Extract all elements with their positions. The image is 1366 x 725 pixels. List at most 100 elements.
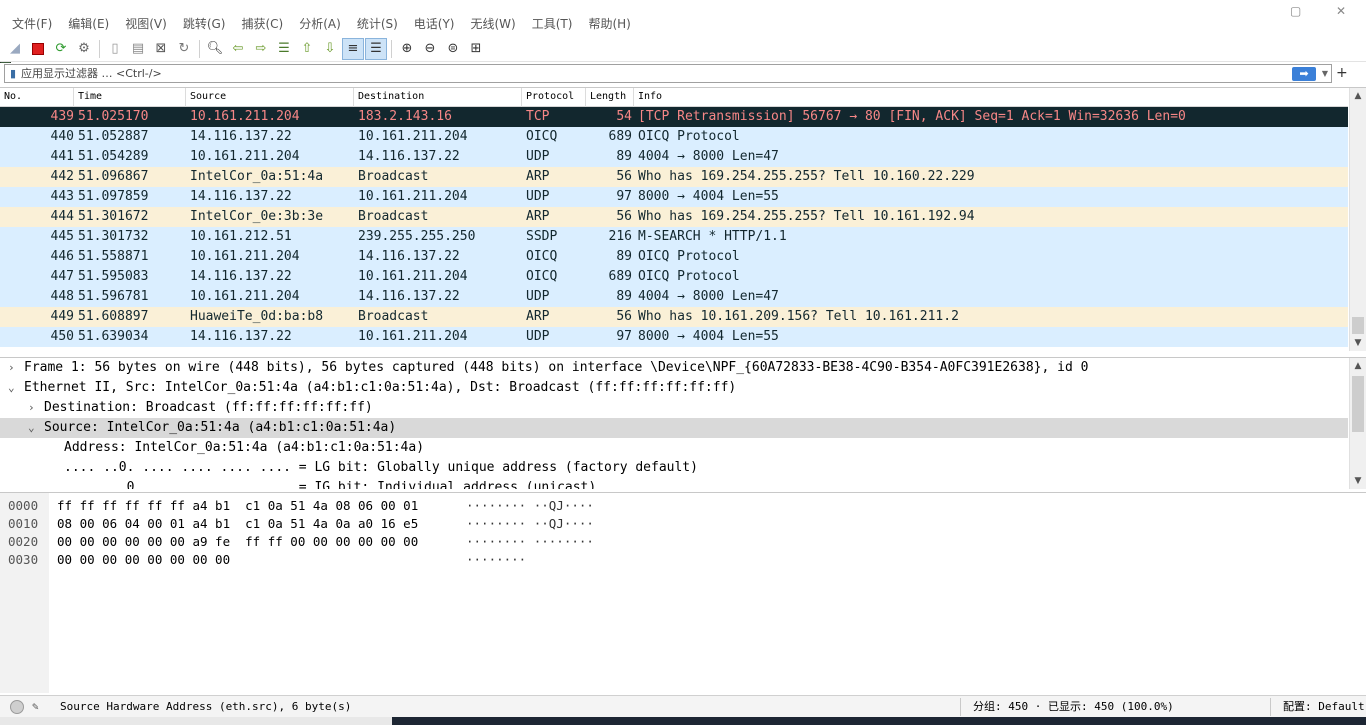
packet-row[interactable]: 442 51.096867 IntelCor_0a:51:4a Broadcast AR… xyxy=(0,167,1348,187)
menu-bar: 文件(F) 编辑(E) 视图(V) 跳转(G) 捕获(C) 分析(A) 统计(S… xyxy=(0,4,1366,36)
packet-source: 10.161.211.204 xyxy=(190,289,300,304)
packet-list-rows: 439 51.025170 10.161.211.204 183.2.143.16 TC… xyxy=(0,107,1348,347)
go-forward-icon[interactable]: ⇨ xyxy=(250,38,272,60)
zoom-in-icon[interactable]: ⊕ xyxy=(396,38,418,60)
packet-row[interactable]: 440 51.052887 14.116.137.22 10.161.211.204 O… xyxy=(0,127,1348,147)
capture-options-icon[interactable]: ⚙ xyxy=(73,38,95,60)
shark-fin-start-icon[interactable]: ◢ xyxy=(4,38,26,60)
reload-file-icon[interactable]: ↻ xyxy=(173,38,195,60)
open-file-icon[interactable]: ▯ xyxy=(104,38,126,60)
column-header-time[interactable]: Time xyxy=(74,88,186,107)
packet-number: 447 xyxy=(50,269,74,284)
column-header-destination[interactable]: Destination xyxy=(354,88,522,107)
display-filter-bar: ▮ ➡ ▼ + xyxy=(0,63,1366,85)
detail-tree-item[interactable]: ⌄ Ethernet II, Src: IntelCor_0a:51:4a (a4… xyxy=(0,378,1348,398)
zoom-out-icon[interactable]: ⊖ xyxy=(419,38,441,60)
go-back-icon[interactable]: ⇦ xyxy=(227,38,249,60)
menu-help[interactable]: 帮助(H) xyxy=(580,15,638,32)
chevron-right-icon[interactable]: › xyxy=(8,358,20,378)
arrow-right-icon[interactable]: ➡ xyxy=(1292,66,1316,81)
go-last-icon[interactable]: ⇩ xyxy=(319,38,341,60)
menu-telephony[interactable]: 电话(Y) xyxy=(406,15,463,32)
resize-columns-icon[interactable]: ⊞ xyxy=(465,38,487,60)
menu-tools[interactable]: 工具(T) xyxy=(524,15,581,32)
scroll-down-icon[interactable]: ▼ xyxy=(1350,473,1366,489)
go-to-packet-icon[interactable]: ☰ xyxy=(273,38,295,60)
packet-row[interactable]: 449 51.608897 HuaweiTe_0d:ba:b8 Broadcast AR… xyxy=(0,307,1348,327)
chevron-down-icon[interactable]: ▼ xyxy=(1319,69,1331,78)
scroll-thumb[interactable] xyxy=(1352,376,1364,432)
packet-list-pane: No. Time Source Destination Protocol Len… xyxy=(0,87,1366,351)
packet-destination: 14.116.137.22 xyxy=(358,289,460,304)
chevron-down-icon[interactable]: ⌄ xyxy=(8,378,20,398)
menu-edit[interactable]: 编辑(E) xyxy=(60,15,117,32)
menu-analyze[interactable]: 分析(A) xyxy=(291,15,349,32)
chevron-right-icon[interactable]: › xyxy=(28,398,40,418)
find-packet-icon[interactable]: 🔍︎ xyxy=(204,38,226,60)
packet-row[interactable]: 439 51.025170 10.161.211.204 183.2.143.16 TC… xyxy=(0,107,1348,127)
autoscroll-icon[interactable]: ≡ xyxy=(342,37,364,60)
detail-tree-item[interactable]: Address: IntelCor_0a:51:4a (a4:b1:c1:0a:… xyxy=(0,438,1348,458)
close-icon[interactable]: ✕ xyxy=(1336,4,1346,18)
menu-capture[interactable]: 捕获(C) xyxy=(233,15,291,32)
expert-info-icon[interactable] xyxy=(10,700,24,714)
packet-protocol: UDP xyxy=(526,329,550,344)
column-header-source[interactable]: Source xyxy=(186,88,354,107)
maximize-icon[interactable]: ▢ xyxy=(1290,4,1301,18)
packet-source: 10.161.212.51 xyxy=(190,229,292,244)
packet-destination: 183.2.143.16 xyxy=(358,109,452,124)
packet-length: 216 xyxy=(608,229,632,244)
details-scrollbar[interactable]: ▲ ▼ xyxy=(1349,358,1366,489)
packet-time: 51.596781 xyxy=(78,289,149,304)
detail-tree-item[interactable]: ⌄ Source: IntelCor_0a:51:4a (a4:b1:c1:0a:… xyxy=(0,418,1348,438)
zoom-normal-icon[interactable]: ⊜ xyxy=(442,38,464,60)
packet-row[interactable]: 444 51.301672 IntelCor_0e:3b:3e Broadcast AR… xyxy=(0,207,1348,227)
scroll-up-icon[interactable]: ▲ xyxy=(1350,88,1366,104)
scroll-up-icon[interactable]: ▲ xyxy=(1350,358,1366,374)
detail-tree-label: Source: IntelCor_0a:51:4a (a4:b1:c1:0a:5… xyxy=(44,420,397,435)
detail-tree-item[interactable]: .... ..0. .... .... .... .... = LG bit: … xyxy=(0,458,1348,478)
edit-comment-icon[interactable]: ✎ xyxy=(32,696,39,718)
packet-row[interactable]: 448 51.596781 10.161.211.204 14.116.137.22 U… xyxy=(0,287,1348,307)
packet-list-scrollbar[interactable]: ▲ ▼ xyxy=(1349,88,1366,351)
packet-details-tree: › Frame 1: 56 bytes on wire (448 bits), 5… xyxy=(0,358,1366,489)
column-header-info[interactable]: Info xyxy=(634,88,1348,107)
packet-info: 8000 → 4004 Len=55 xyxy=(638,189,779,204)
packet-row[interactable]: 443 51.097859 14.116.137.22 10.161.211.204 U… xyxy=(0,187,1348,207)
bytes-offset: 0030 xyxy=(8,552,39,567)
menu-wireless[interactable]: 无线(W) xyxy=(463,15,524,32)
packet-row[interactable]: 441 51.054289 10.161.211.204 14.116.137.22 U… xyxy=(0,147,1348,167)
menu-go[interactable]: 跳转(G) xyxy=(175,15,234,32)
status-profile-text[interactable]: 配置: Default xyxy=(1283,696,1365,718)
colorize-icon[interactable]: ☰ xyxy=(365,37,387,60)
add-filter-button[interactable]: + xyxy=(1336,65,1348,81)
packet-row[interactable]: 446 51.558871 10.161.211.204 14.116.137.22 O… xyxy=(0,247,1348,267)
column-header-length[interactable]: Length xyxy=(586,88,634,107)
packet-details-pane: › Frame 1: 56 bytes on wire (448 bits), 5… xyxy=(0,357,1366,489)
go-first-icon[interactable]: ⇧ xyxy=(296,38,318,60)
packet-row[interactable]: 450 51.639034 14.116.137.22 10.161.211.204 U… xyxy=(0,327,1348,347)
display-filter-input[interactable] xyxy=(21,65,1292,82)
stop-capture-icon[interactable] xyxy=(27,38,49,60)
packet-row[interactable]: 447 51.595083 14.116.137.22 10.161.211.204 O… xyxy=(0,267,1348,287)
packet-length: 689 xyxy=(608,269,632,284)
close-file-icon[interactable]: ⊠ xyxy=(150,38,172,60)
menu-file[interactable]: 文件(F) xyxy=(4,15,60,32)
column-header-protocol[interactable]: Protocol xyxy=(522,88,586,107)
restart-capture-icon[interactable]: ⟳ xyxy=(50,38,72,60)
bookmark-icon[interactable]: ▮ xyxy=(5,67,21,80)
chevron-down-icon[interactable]: ⌄ xyxy=(28,418,40,438)
packet-row[interactable]: 445 51.301732 10.161.212.51 239.255.255.250… xyxy=(0,227,1348,247)
save-file-icon[interactable]: ▤ xyxy=(127,38,149,60)
packet-info: 8000 → 4004 Len=55 xyxy=(638,329,779,344)
packet-destination: 239.255.255.250 xyxy=(358,229,476,244)
column-header-no[interactable]: No. xyxy=(0,88,74,107)
detail-tree-item[interactable]: .... ...0 .... .... .... .... = IG bit: … xyxy=(0,478,1348,489)
packet-time: 51.097859 xyxy=(78,189,149,204)
detail-tree-item[interactable]: › Destination: Broadcast (ff:ff:ff:ff:ff:… xyxy=(0,398,1348,418)
scroll-thumb[interactable] xyxy=(1352,317,1364,334)
detail-tree-item[interactable]: › Frame 1: 56 bytes on wire (448 bits), 5… xyxy=(0,358,1348,378)
scroll-down-icon[interactable]: ▼ xyxy=(1350,335,1366,351)
menu-statistics[interactable]: 统计(S) xyxy=(349,15,406,32)
menu-view[interactable]: 视图(V) xyxy=(117,15,175,32)
